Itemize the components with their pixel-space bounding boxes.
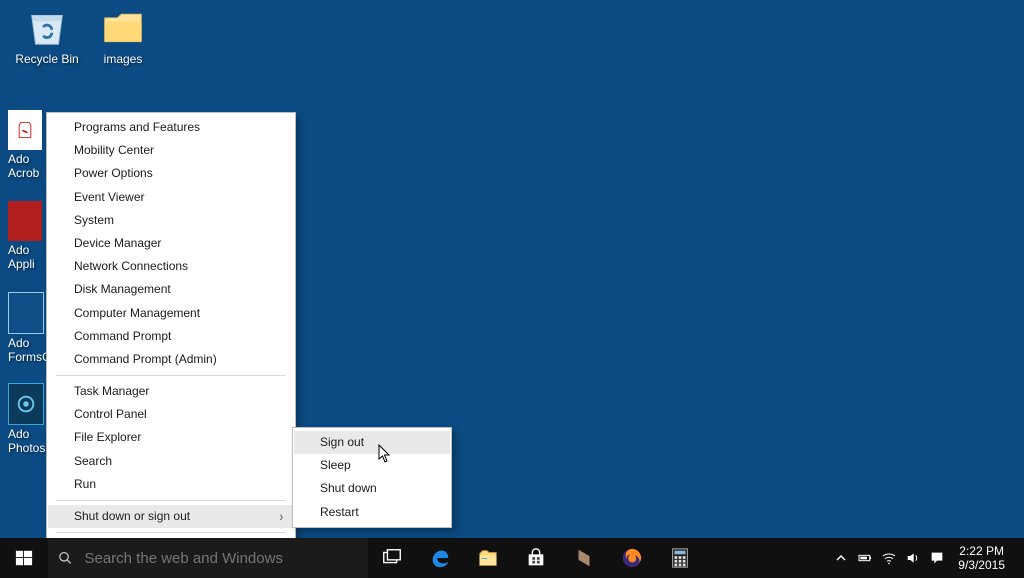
menu-item[interactable]: Command Prompt: [48, 325, 294, 348]
clock-date: 9/3/2015: [958, 558, 1005, 572]
submenu-item[interactable]: Sign out: [294, 431, 450, 454]
tray-volume[interactable]: [902, 538, 924, 578]
menu-separator: [56, 375, 286, 376]
forms-central-icon: [8, 292, 44, 334]
desktop-icon-label: AdoAppli: [8, 244, 48, 272]
action-center-icon: [929, 550, 945, 566]
battery-icon: [857, 550, 873, 566]
menu-separator: [56, 500, 286, 501]
system-tray: 2:22 PM 9/3/2015: [830, 538, 1024, 578]
taskbar-button-calculator[interactable]: [656, 538, 704, 578]
photoshop-icon: [8, 383, 44, 425]
search-box[interactable]: [48, 538, 368, 578]
tray-battery[interactable]: [854, 538, 876, 578]
menu-item[interactable]: Network Connections: [48, 255, 294, 278]
shutdown-submenu[interactable]: Sign outSleepShut downRestart: [292, 427, 452, 528]
tray-action-center[interactable]: [926, 538, 948, 578]
taskbar-button-firefox[interactable]: [608, 538, 656, 578]
menu-item[interactable]: Command Prompt (Admin): [48, 348, 294, 371]
start-button[interactable]: [0, 538, 48, 578]
desktop-icon-forms-central[interactable]: AdoFormsC: [8, 292, 48, 365]
firefox-icon: [620, 546, 644, 570]
desktop-icon-app-loader[interactable]: AdoAppli: [8, 201, 48, 272]
taskbar-clock[interactable]: 2:22 PM 9/3/2015: [950, 544, 1013, 573]
recycle-bin-icon: [24, 4, 70, 50]
file-explorer-icon: [476, 546, 500, 570]
desktop-icon-label: AdoAcrob: [8, 153, 48, 181]
search-icon: [58, 550, 72, 566]
menu-item[interactable]: Computer Management: [48, 302, 294, 325]
desktop-icon-acrobat[interactable]: AdoAcrob: [8, 110, 48, 181]
taskbar-button-edge[interactable]: [416, 538, 464, 578]
folder-icon: [100, 4, 146, 50]
menu-separator: [56, 532, 286, 533]
edge-icon: [428, 546, 452, 570]
menu-item[interactable]: Run: [48, 473, 294, 496]
menu-item[interactable]: System: [48, 209, 294, 232]
menu-item[interactable]: Shut down or sign out: [48, 505, 294, 528]
desktop-icon-label: AdoFormsC: [8, 337, 48, 365]
taskbar-button-store[interactable]: [512, 538, 560, 578]
menu-item[interactable]: Task Manager: [48, 380, 294, 403]
taskbar: 2:22 PM 9/3/2015: [0, 538, 1024, 578]
wifi-icon: [881, 550, 897, 566]
menu-item[interactable]: Event Viewer: [48, 186, 294, 209]
desktop-icon-label: AdoPhotos: [8, 428, 48, 456]
menu-item[interactable]: Programs and Features: [48, 116, 294, 139]
desktop-icon-label: images: [86, 53, 160, 67]
search-input[interactable]: [82, 549, 358, 568]
taskbar-button-app[interactable]: [560, 538, 608, 578]
submenu-item[interactable]: Sleep: [294, 454, 450, 477]
store-icon: [524, 546, 548, 570]
desktop-icon-photoshop[interactable]: AdoPhotos: [8, 383, 48, 456]
volume-icon: [905, 550, 921, 566]
task-view-icon: [380, 546, 404, 570]
desktop-icon-images[interactable]: images: [86, 4, 160, 67]
menu-item[interactable]: Mobility Center: [48, 139, 294, 162]
clock-time: 2:22 PM: [958, 544, 1005, 558]
chevron-up-icon: [833, 550, 849, 566]
windows-logo-icon: [15, 549, 33, 567]
power-user-menu[interactable]: Programs and FeaturesMobility CenterPowe…: [46, 112, 296, 564]
tray-overflow[interactable]: [830, 538, 852, 578]
red-tile-icon: [8, 201, 42, 241]
taskbar-button-task-view[interactable]: [368, 538, 416, 578]
submenu-item[interactable]: Restart: [294, 501, 450, 524]
calculator-icon: [668, 546, 692, 570]
submenu-item[interactable]: Shut down: [294, 477, 450, 500]
generic-app-icon: [572, 546, 596, 570]
menu-item[interactable]: File Explorer: [48, 426, 294, 449]
menu-item[interactable]: Disk Management: [48, 278, 294, 301]
desktop-icon-label: Recycle Bin: [10, 53, 84, 67]
menu-item[interactable]: Control Panel: [48, 403, 294, 426]
acrobat-icon: [8, 110, 42, 150]
desktop-icon-recycle-bin[interactable]: Recycle Bin: [10, 4, 84, 67]
menu-item[interactable]: Device Manager: [48, 232, 294, 255]
menu-item[interactable]: Power Options: [48, 162, 294, 185]
tray-network[interactable]: [878, 538, 900, 578]
menu-item[interactable]: Search: [48, 450, 294, 473]
taskbar-button-file-explorer[interactable]: [464, 538, 512, 578]
